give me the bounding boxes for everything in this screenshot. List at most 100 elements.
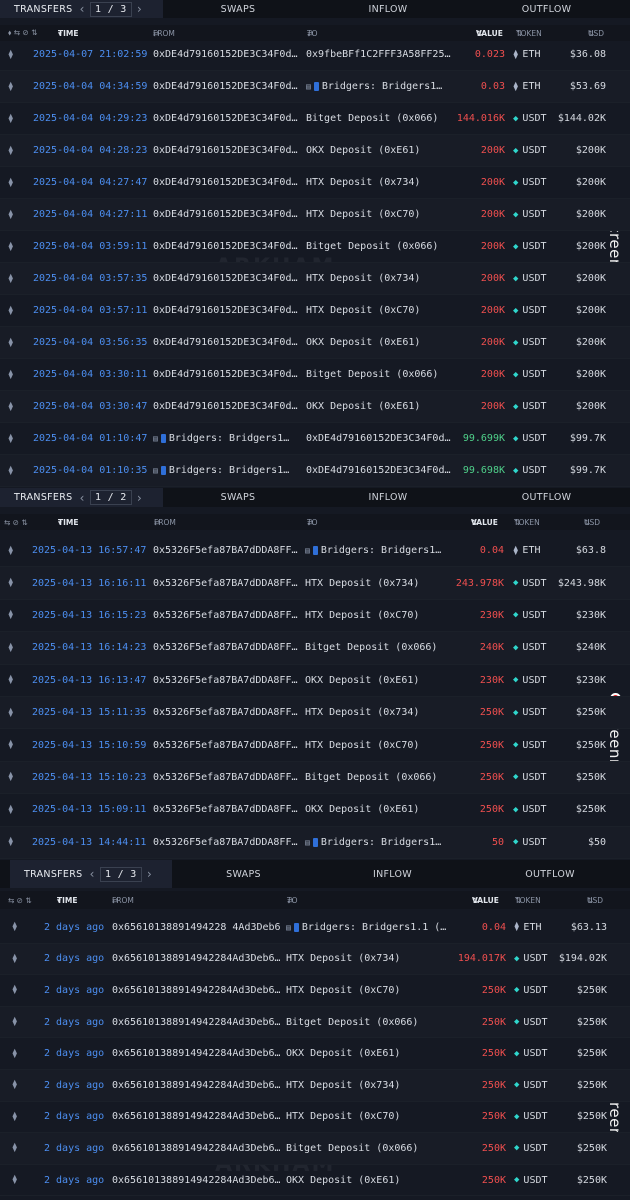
to-column-header[interactable]: ⇄ TO	[307, 514, 318, 530]
usd-column-header[interactable]: ⇅ USD	[587, 891, 603, 909]
usd-column-header[interactable]: ⇅ USD	[584, 514, 600, 530]
tab-outflow[interactable]: OUTFLOW	[470, 860, 630, 888]
table-row[interactable]: ⧫ 2 days ago 0x656101388914942284Ad3Deb6… B…	[0, 1006, 630, 1039]
from-address[interactable]: 0xDE4d79160152DE3C34F0d…	[153, 263, 300, 294]
table-row[interactable]: ⧫ 2 days ago 0x656101388914942284Ad3Deb6… O…	[0, 1038, 630, 1070]
from-address[interactable]: 0x5326F5efa87BA7dDDA8FF…	[153, 794, 299, 825]
table-row[interactable]: ⧫ 2025-04-13 16:16:11 0x5326F5efa87BA7dDDA…	[0, 567, 630, 600]
from-address[interactable]: 0x5326F5efa87BA7dDDA8FF…	[153, 729, 299, 760]
table-row[interactable]: ⧫ 2025-04-13 16:13:47 0x5326F5efa87BA7dDDA…	[0, 665, 630, 697]
time-link[interactable]: 2 days ago	[44, 975, 106, 1006]
tab-inflow[interactable]: INFLOW	[315, 860, 470, 888]
time-link[interactable]: 2 days ago	[44, 1133, 106, 1164]
time-link[interactable]: 2025-04-04 04:29:23	[33, 103, 147, 134]
chevron-left-icon[interactable]: ‹	[78, 2, 86, 16]
table-row[interactable]: ⧫ 2025-04-04 04:28:23 0xDE4d79160152DE3C34…	[0, 135, 630, 167]
table-row[interactable]: ⧫ 2 days ago 0x656101388914942284Ad3Deb6… O…	[0, 1165, 630, 1197]
to-address[interactable]: HTX Deposit (0x734)	[286, 944, 466, 975]
from-address[interactable]: 0x656101388914942284Ad3Deb6…	[112, 1038, 280, 1069]
to-address[interactable]: 0x9fbeBFf1C2FFF3A58FF25…	[306, 39, 465, 70]
table-row[interactable]: ⧫ 2 days ago 0x656101388914942284Ad3Deb6… H…	[0, 1102, 630, 1134]
from-address[interactable]: 0x656101388914942284Ad3Deb6…	[112, 1070, 280, 1101]
time-link[interactable]: 2025-04-13 14:44:11	[32, 827, 147, 858]
to-address[interactable]: 0xDE4d79160152DE3C34F0d…	[306, 455, 465, 486]
from-address[interactable]: ▤ Bridgers: Bridgers1…	[153, 455, 300, 486]
chevron-left-icon[interactable]: ‹	[78, 491, 86, 505]
time-link[interactable]: 2025-04-07 21:02:59	[33, 39, 147, 70]
from-address[interactable]: 0xDE4d79160152DE3C34F0d…	[153, 135, 300, 166]
value-column-header[interactable]: ⇅ VALUE	[472, 891, 499, 909]
from-address[interactable]: 0x5326F5efa87BA7dDDA8FF…	[153, 535, 299, 566]
from-address[interactable]: 0x656101388914942284Ad3Deb6…	[112, 1102, 280, 1133]
to-address[interactable]: HTX Deposit (0xC70)	[286, 975, 466, 1006]
from-address[interactable]: 0x656101388914942284Ad3Deb6…	[112, 975, 280, 1006]
table-row[interactable]: ⧫ 2 days ago 0x656101388914942284Ad3Deb6… H…	[0, 975, 630, 1007]
table-row[interactable]: ⧫ 2025-04-04 04:34:59 0xDE4d79160152DE3C34…	[0, 71, 630, 103]
to-address[interactable]: Bitget Deposit (0x066)	[305, 632, 464, 663]
token-column-header[interactable]: ⇅ TOKEN	[515, 891, 541, 909]
from-column-header[interactable]: ⇄ FROM	[154, 514, 176, 530]
chevron-left-icon[interactable]: ‹	[88, 867, 96, 881]
to-address[interactable]: OKX Deposit (0xE61)	[286, 1038, 466, 1069]
to-address[interactable]: HTX Deposit (0xC70)	[305, 600, 464, 631]
to-address[interactable]: HTX Deposit (0x734)	[306, 263, 465, 294]
header-icons[interactable]: ⇆ ⊘ ⇅	[8, 891, 32, 909]
time-link[interactable]: 2025-04-13 15:10:59	[32, 729, 147, 760]
from-address[interactable]: 0xDE4d79160152DE3C34F0d…	[153, 327, 300, 358]
from-address[interactable]: 0x5326F5efa87BA7dDDA8FF…	[153, 567, 299, 598]
to-address[interactable]: OKX Deposit (0xE61)	[305, 794, 464, 825]
time-link[interactable]: 2025-04-04 03:59:11	[33, 231, 147, 262]
tab-swaps[interactable]: SWAPS	[163, 488, 313, 507]
time-link[interactable]: 2 days ago	[44, 944, 106, 975]
time-column-header[interactable]: TIME ▾	[57, 891, 78, 909]
table-row[interactable]: ⧫ 2025-04-04 04:27:11 0xDE4d79160152DE3C34…	[0, 199, 630, 231]
time-link[interactable]: 2025-04-13 16:15:23	[32, 600, 147, 631]
table-row[interactable]: ⧫ 2025-04-04 04:29:23 0xDE4d79160152DE3C34…	[0, 103, 630, 135]
chevron-right-icon[interactable]: ›	[136, 491, 144, 505]
time-link[interactable]: 2025-04-13 15:11:35	[32, 697, 147, 728]
tab-swaps[interactable]: SWAPS	[163, 0, 313, 18]
to-address[interactable]: OKX Deposit (0xE61)	[306, 391, 465, 422]
from-address[interactable]: 0x656101388914942284Ad3Deb6…	[112, 1007, 280, 1038]
tab-transfers[interactable]: TRANSFERS ‹ 1 / 2 ›	[0, 488, 163, 507]
table-row[interactable]: ⧫ 2025-04-04 03:57:35 0xDE4d79160152DE3C34…	[0, 263, 630, 295]
time-link[interactable]: 2025-04-13 16:57:47	[32, 535, 147, 566]
token-column-header[interactable]: ⇅ TOKEN	[514, 514, 540, 530]
to-address[interactable]: HTX Deposit (0x734)	[305, 567, 464, 598]
table-row[interactable]: ⧫ 2025-04-13 16:15:23 0x5326F5efa87BA7dDDA…	[0, 600, 630, 633]
table-row[interactable]: ⧫ 2 days ago 0x65610138891494228 4Ad3Deb6……	[0, 912, 630, 944]
to-address[interactable]: 0xDE4d79160152DE3C34F0d…	[306, 423, 465, 454]
from-address[interactable]: 0xDE4d79160152DE3C34F0d…	[153, 391, 300, 422]
from-address[interactable]: 0xDE4d79160152DE3C34F0d…	[153, 199, 300, 230]
from-address[interactable]: 0x5326F5efa87BA7dDDA8FF…	[153, 665, 299, 696]
table-row[interactable]: ⧫ 2025-04-04 01:10:35 ▤ Bridgers: Bridgers1…	[0, 455, 630, 487]
time-link[interactable]: 2025-04-04 04:34:59	[33, 71, 147, 102]
to-address[interactable]: HTX Deposit (0x734)	[286, 1070, 466, 1101]
table-row[interactable]: ⧫ 2025-04-04 04:27:47 0xDE4d79160152DE3C34…	[0, 167, 630, 199]
from-address[interactable]: 0xDE4d79160152DE3C34F0d…	[153, 231, 300, 262]
tab-transfers[interactable]: TRANSFERS ‹ 1 / 3 ›	[0, 0, 163, 18]
to-address[interactable]: ▤ Bridgers: Bridgers1.1 (…	[286, 912, 466, 943]
to-address[interactable]: Bitget Deposit (0x066)	[286, 1007, 466, 1038]
table-row[interactable]: ⧫ 2025-04-04 01:10:47 ▤ Bridgers: Bridgers1…	[0, 423, 630, 455]
tab-outflow[interactable]: OUTFLOW	[463, 488, 630, 507]
time-link[interactable]: 2025-04-13 15:09:11	[32, 794, 147, 825]
table-row[interactable]: ⧫ 2025-04-13 15:10:23 0x5326F5efa87BA7dDDA…	[0, 761, 630, 795]
time-column-header[interactable]: TIME ▾	[58, 514, 79, 530]
table-row[interactable]: ⧫ 2025-04-04 03:56:35 0xDE4d79160152DE3C34…	[0, 327, 630, 359]
from-column-header[interactable]: ⇄ FROM	[112, 891, 134, 909]
from-address[interactable]: 0x656101388914942284Ad3Deb6…	[112, 944, 280, 975]
chevron-right-icon[interactable]: ›	[146, 867, 154, 881]
from-address[interactable]: 0xDE4d79160152DE3C34F0d…	[153, 39, 300, 70]
from-address[interactable]: 0xDE4d79160152DE3C34F0d…	[153, 359, 300, 390]
time-link[interactable]: 2025-04-13 16:14:23	[32, 632, 147, 663]
to-address[interactable]: HTX Deposit (0xC70)	[305, 729, 464, 760]
tab-inflow[interactable]: INFLOW	[313, 0, 463, 18]
from-address[interactable]: 0xDE4d79160152DE3C34F0d…	[153, 167, 300, 198]
time-link[interactable]: 2025-04-13 16:13:47	[32, 665, 147, 696]
to-address[interactable]: Bitget Deposit (0x066)	[306, 359, 465, 390]
time-link[interactable]: 2 days ago	[44, 1102, 106, 1133]
from-address[interactable]: 0xDE4d79160152DE3C34F0d…	[153, 295, 300, 326]
to-address[interactable]: OKX Deposit (0xE61)	[306, 135, 465, 166]
to-address[interactable]: Bitget Deposit (0x066)	[305, 762, 464, 793]
